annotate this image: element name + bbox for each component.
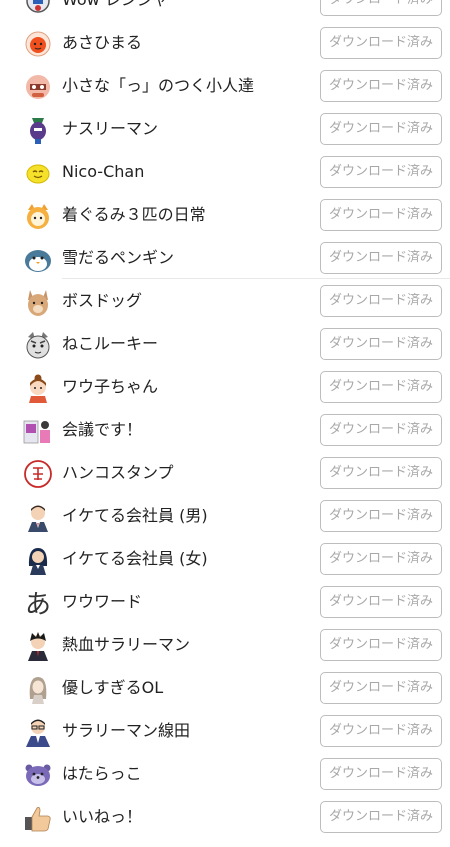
ranger-icon [22,0,54,17]
list-item[interactable]: Nico-Chan ダウンロード済み [0,150,450,193]
office-woman-icon [22,544,54,576]
list-item[interactable]: 着ぐるみ３匹の日常 ダウンロード済み [0,193,450,236]
downloaded-button[interactable]: ダウンロード済み [320,543,442,575]
sticker-name: イケてる会社員 (男) [62,506,208,525]
sticker-name: いいねっ！ [62,807,143,826]
list-item[interactable]: サラリーマン線田 ダウンロード済み [0,709,450,752]
list-item[interactable]: いいねっ！ ダウンロード済み [0,795,450,838]
sticker-name: Nico-Chan [62,162,145,181]
sticker-name: ボスドッグ [62,291,143,310]
smiley-face-icon [22,157,54,189]
list-item[interactable]: あさひまる ダウンロード済み [0,21,450,64]
list-item[interactable]: 小さな「っ」のつく小人達 ダウンロード済み [0,64,450,107]
sticker-name: 会議です！ [62,420,143,439]
list-item[interactable]: 優しすぎるOL ダウンロード済み [0,666,450,709]
sticker-name: サラリーマン線田 [62,721,191,740]
cat-rookie-icon [22,329,54,361]
sticker-name: はたらっこ [62,764,142,783]
list-item[interactable]: 雪だるペンギン ダウンロード済み [0,236,450,279]
downloaded-button[interactable]: ダウンロード済み [320,629,442,661]
sticker-name: あさひまる [62,33,143,52]
downloaded-button[interactable]: ダウンロード済み [320,758,442,790]
sticker-list: Wow レンジャー ダウンロード済み あさひまる ダウンロード済み 小さな「っ」… [0,0,450,838]
meeting-icon [22,415,54,447]
sticker-name: ナスリーマン [62,119,159,138]
eggplant-man-icon [22,114,54,146]
office-man-icon [22,501,54,533]
little-people-icon [22,71,54,103]
downloaded-button[interactable]: ダウンロード済み [320,199,442,231]
list-item[interactable]: ワウ子ちゃん ダウンロード済み [0,365,450,408]
sun-mascot-icon [22,28,54,60]
downloaded-button[interactable]: ダウンロード済み [320,27,442,59]
list-item[interactable]: イケてる会社員 (女) ダウンロード済み [0,537,450,580]
downloaded-button[interactable]: ダウンロード済み [320,70,442,102]
sticker-name: Wow レンジャー [62,0,184,21]
downloaded-button[interactable]: ダウンロード済み [320,500,442,532]
downloaded-button[interactable]: ダウンロード済み [320,242,442,274]
downloaded-button[interactable]: ダウンロード済み [320,156,442,188]
salaryman-senda-icon [22,716,54,748]
sticker-name: ねこルーキー [62,334,159,353]
downloaded-button[interactable]: ダウンロード済み [320,414,442,446]
sticker-name: 小さな「っ」のつく小人達 [62,76,255,95]
downloaded-button[interactable]: ダウンロード済み [320,113,442,145]
downloaded-button[interactable]: ダウンロード済み [320,672,442,704]
downloaded-button[interactable]: ダウンロード済み [320,371,442,403]
boss-dog-icon [22,286,54,318]
downloaded-button[interactable]: ダウンロード済み [320,801,442,833]
downloaded-button[interactable]: ダウンロード済み [320,328,442,360]
snow-penguin-icon [22,243,54,275]
gentle-ol-icon [22,673,54,705]
list-item[interactable]: ナスリーマン ダウンロード済み [0,107,450,150]
sticker-name: イケてる会社員 (女) [62,549,208,568]
downloaded-button[interactable]: ダウンロード済み [320,285,442,317]
otter-icon [22,759,54,791]
sticker-name: 雪だるペンギン [62,248,175,267]
downloaded-button[interactable]: ダウンロード済み [320,0,442,16]
sticker-name: ワウワード [62,592,143,611]
sticker-name: ハンコスタンプ [62,463,174,482]
downloaded-button[interactable]: ダウンロード済み [320,715,442,747]
list-item[interactable]: ボスドッグ ダウンロード済み [0,279,450,322]
list-item[interactable]: はたらっこ ダウンロード済み [0,752,450,795]
costume-cat-icon [22,200,54,232]
list-item[interactable]: ねこルーキー ダウンロード済み [0,322,450,365]
hot-salaryman-icon [22,630,54,662]
list-item[interactable]: ハンコスタンプ ダウンロード済み [0,451,450,494]
sticker-name: 着ぐるみ３匹の日常 [62,205,206,224]
list-item[interactable]: イケてる会社員 (男) ダウンロード済み [0,494,450,537]
hanko-seal-icon [22,458,54,490]
list-item[interactable]: 会議です！ ダウンロード済み [0,408,450,451]
list-item[interactable]: Wow レンジャー ダウンロード済み [0,0,450,21]
sticker-name: 優しすぎるOL [62,678,164,697]
svg-text:あ: あ [25,590,51,619]
character-a-icon: あ [22,587,54,619]
sticker-name: ワウ子ちゃん [62,377,159,396]
thumbs-up-icon [22,802,54,834]
sticker-name: 熱血サラリーマン [62,635,191,654]
downloaded-button[interactable]: ダウンロード済み [320,586,442,618]
girl-icon [22,372,54,404]
list-item[interactable]: あ ワウワード ダウンロード済み [0,580,450,623]
downloaded-button[interactable]: ダウンロード済み [320,457,442,489]
list-item[interactable]: 熱血サラリーマン ダウンロード済み [0,623,450,666]
